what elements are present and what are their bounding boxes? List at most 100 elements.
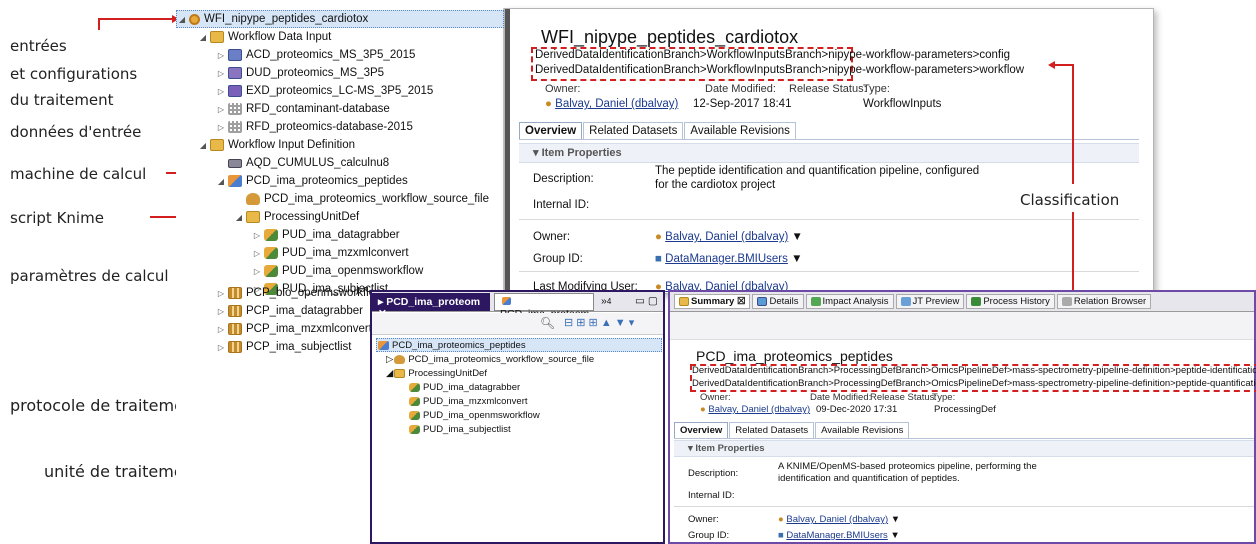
tree-item[interactable]: ◢ Workflow Data Input xyxy=(198,28,331,46)
tab-strip: Overview Related Datasets Available Revi… xyxy=(674,422,1254,439)
date-value: 12-Sep-2017 18:41 xyxy=(693,98,792,110)
tree-item[interactable]: ▷ PCP_ima_subjectlist xyxy=(216,338,351,356)
tree-item[interactable]: ▷ EXD_proteomics_LC-MS_3P5_2015 xyxy=(216,82,433,100)
tab-overview[interactable]: Overview xyxy=(519,122,583,139)
owner-value[interactable]: ● Balvay, Daniel (dbalvay) xyxy=(545,98,678,110)
connector-line xyxy=(1054,64,1074,66)
parameters-icon xyxy=(228,305,242,317)
processing-unit-icon xyxy=(409,382,420,392)
database-icon xyxy=(228,121,242,133)
pcd-summary-panel: Summary ☒ Details Impact Analysis JT Pre… xyxy=(668,290,1256,544)
tree-item[interactable]: ▷ PUD_ima_mzxmlconvert xyxy=(252,244,409,262)
tab-pcd-2[interactable]: PCD_ima_proteom xyxy=(494,293,594,320)
item-properties-header[interactable]: ▾ Item Properties xyxy=(519,143,1139,163)
tree-item[interactable]: ▷ DUD_proteomics_MS_3P5 xyxy=(216,64,384,82)
group-id-field[interactable]: ■ DataManager.BMIUsers ▼ xyxy=(655,253,802,265)
folder-icon xyxy=(210,31,224,43)
owner-field[interactable]: ● Balvay, Daniel (dbalvay) ▼ xyxy=(778,514,900,525)
processing-unit-icon xyxy=(409,424,420,434)
relation-icon xyxy=(1061,297,1072,306)
tab-strip: Overview Related Datasets Available Revi… xyxy=(519,122,1139,140)
tab-relation-browser[interactable]: Relation Browser xyxy=(1056,294,1152,309)
parameters-icon xyxy=(228,323,242,335)
type-value: WorkflowInputs xyxy=(863,98,942,110)
divider xyxy=(674,506,1254,507)
navigator-toolbar: 🔍︎ ⊟ ⊞ ⊞ ▲ ▼ ▾ xyxy=(372,313,663,335)
tree-item[interactable]: ▷ PCP_bio_openmsworkflow xyxy=(216,284,383,302)
group-id-field[interactable]: ■ DataManager.BMIUsers ▼ xyxy=(778,530,900,541)
folder-icon xyxy=(246,211,260,223)
tab-overview[interactable]: Overview xyxy=(674,422,729,438)
item-summary-panel: WFI_nipype_peptides_cardiotox DerivedDat… xyxy=(504,8,1154,294)
dataset-icon xyxy=(228,67,242,79)
parameters-icon xyxy=(228,341,242,353)
process-def-icon xyxy=(228,175,242,187)
nav-item[interactable]: PCD_ima_proteomics_peptides xyxy=(376,338,662,352)
details-icon xyxy=(757,297,768,306)
date-value: 09-Dec-2020 17:31 xyxy=(816,404,898,415)
tree-item[interactable]: AQD_CUMULUS_calculnu8 xyxy=(216,154,389,172)
history-icon xyxy=(971,297,982,306)
owner-header: Owner: xyxy=(545,83,581,95)
search-icon[interactable]: 🔍︎ xyxy=(540,316,555,330)
tab-jt-preview[interactable]: JT Preview xyxy=(895,294,965,309)
tree-item[interactable]: ▷ RFD_proteomics-database-2015 xyxy=(216,118,413,136)
annotation-params: paramètres de calcul xyxy=(10,267,169,285)
owner-value[interactable]: ● Balvay, Daniel (dbalvay) xyxy=(700,404,810,415)
tab-summary[interactable]: Summary ☒ xyxy=(674,294,751,309)
classification-line-1: DerivedDataIdentificationBranch>Processi… xyxy=(692,365,1256,376)
item-title: PCD_ima_proteomics_peptides xyxy=(696,348,893,364)
tree-item[interactable]: ▷ ACD_proteomics_MS_3P5_2015 xyxy=(216,46,415,64)
nav-item[interactable]: PUD_ima_datagrabber xyxy=(408,380,520,394)
tree-item[interactable]: ▷ PCP_ima_datagrabber xyxy=(216,302,363,320)
nav-item[interactable]: PUD_ima_openmsworkflow xyxy=(408,408,540,422)
java-file-icon xyxy=(246,193,260,205)
nav-item[interactable]: PUD_ima_mzxmlconvert xyxy=(408,394,528,408)
item-properties-header[interactable]: ▾ Item Properties xyxy=(674,440,1254,457)
description-line-2: identification and quantification of pep… xyxy=(778,473,960,484)
summary-icon xyxy=(679,297,689,306)
dataset-icon xyxy=(228,85,242,97)
tree-item[interactable]: PCD_ima_proteomics_workflow_source_file xyxy=(234,190,489,208)
tab-details[interactable]: Details xyxy=(752,294,804,309)
tree-item[interactable]: ▷ PUD_ima_openmsworkflow xyxy=(252,262,423,280)
nav-item[interactable]: ◢ ProcessingUnitDef xyxy=(386,366,487,380)
collapse-all-icon[interactable]: ⊟ ⊞ ⊞ ▲ ▼ ▾ xyxy=(564,316,634,329)
processing-unit-icon xyxy=(409,396,420,406)
tab-related-datasets[interactable]: Related Datasets xyxy=(583,122,684,139)
minimize-maximize-icon[interactable]: ▭ ▢ xyxy=(630,293,664,311)
internal-id-label: Internal ID: xyxy=(688,490,735,501)
tab-available-revisions[interactable]: Available Revisions xyxy=(815,422,910,438)
annotation-script: script Knime xyxy=(10,209,104,227)
processing-unit-icon xyxy=(264,265,278,277)
tab-pcd-active[interactable]: ▸ PCD_ima_proteom ✕ xyxy=(372,293,490,320)
more-tabs[interactable]: »4 xyxy=(596,293,626,311)
tree-item-root[interactable]: ◢ WFI_nipype_peptides_cardiotox xyxy=(176,10,504,28)
classification-line-1: DerivedDataIdentificationBranch>Workflow… xyxy=(535,49,1011,61)
nav-item[interactable]: PUD_ima_subjectlist xyxy=(408,422,511,436)
process-def-icon xyxy=(378,340,389,350)
classification-line-2: DerivedDataIdentificationBranch>Processi… xyxy=(692,378,1256,389)
tab-available-revisions[interactable]: Available Revisions xyxy=(684,122,796,139)
tab-process-history[interactable]: Process History xyxy=(966,294,1055,309)
tree-item[interactable]: ◢ PCD_ima_proteomics_peptides xyxy=(216,172,408,190)
expand-icon[interactable]: ◢ xyxy=(177,15,187,24)
annotation-inputs-config-3: du traitement xyxy=(10,91,114,109)
process-def-icon xyxy=(502,297,511,305)
tree-item[interactable]: ◢ Workflow Input Definition xyxy=(198,136,355,154)
tab-related-datasets[interactable]: Related Datasets xyxy=(729,422,815,438)
classification-line-2: DerivedDataIdentificationBranch>Workflow… xyxy=(535,64,1025,76)
nav-item[interactable]: ▷ PCD_ima_proteomics_workflow_source_fil… xyxy=(386,352,594,366)
tree-item[interactable]: ▷ RFD_contaminant-database xyxy=(216,100,390,118)
tree-item[interactable]: ▷ PUD_ima_datagrabber xyxy=(252,226,400,244)
connector-line xyxy=(1072,64,1074,184)
annotation-classification: Classification xyxy=(1020,191,1120,209)
tab-impact-analysis[interactable]: Impact Analysis xyxy=(805,294,894,309)
tree-item[interactable]: ▷ PCP_ima_mzxmlconvert xyxy=(216,320,372,338)
navigator-panel: ▸ PCD_ima_proteom ✕ PCD_ima_proteom »4 ▭… xyxy=(370,290,665,544)
owner-field[interactable]: ● Balvay, Daniel (dbalvay) ▼ xyxy=(655,231,803,243)
computer-icon xyxy=(228,158,242,168)
tree-item[interactable]: ◢ ProcessingUnitDef xyxy=(234,208,359,226)
dataset-icon xyxy=(228,49,242,61)
annotation-machine: machine de calcul xyxy=(10,165,147,183)
